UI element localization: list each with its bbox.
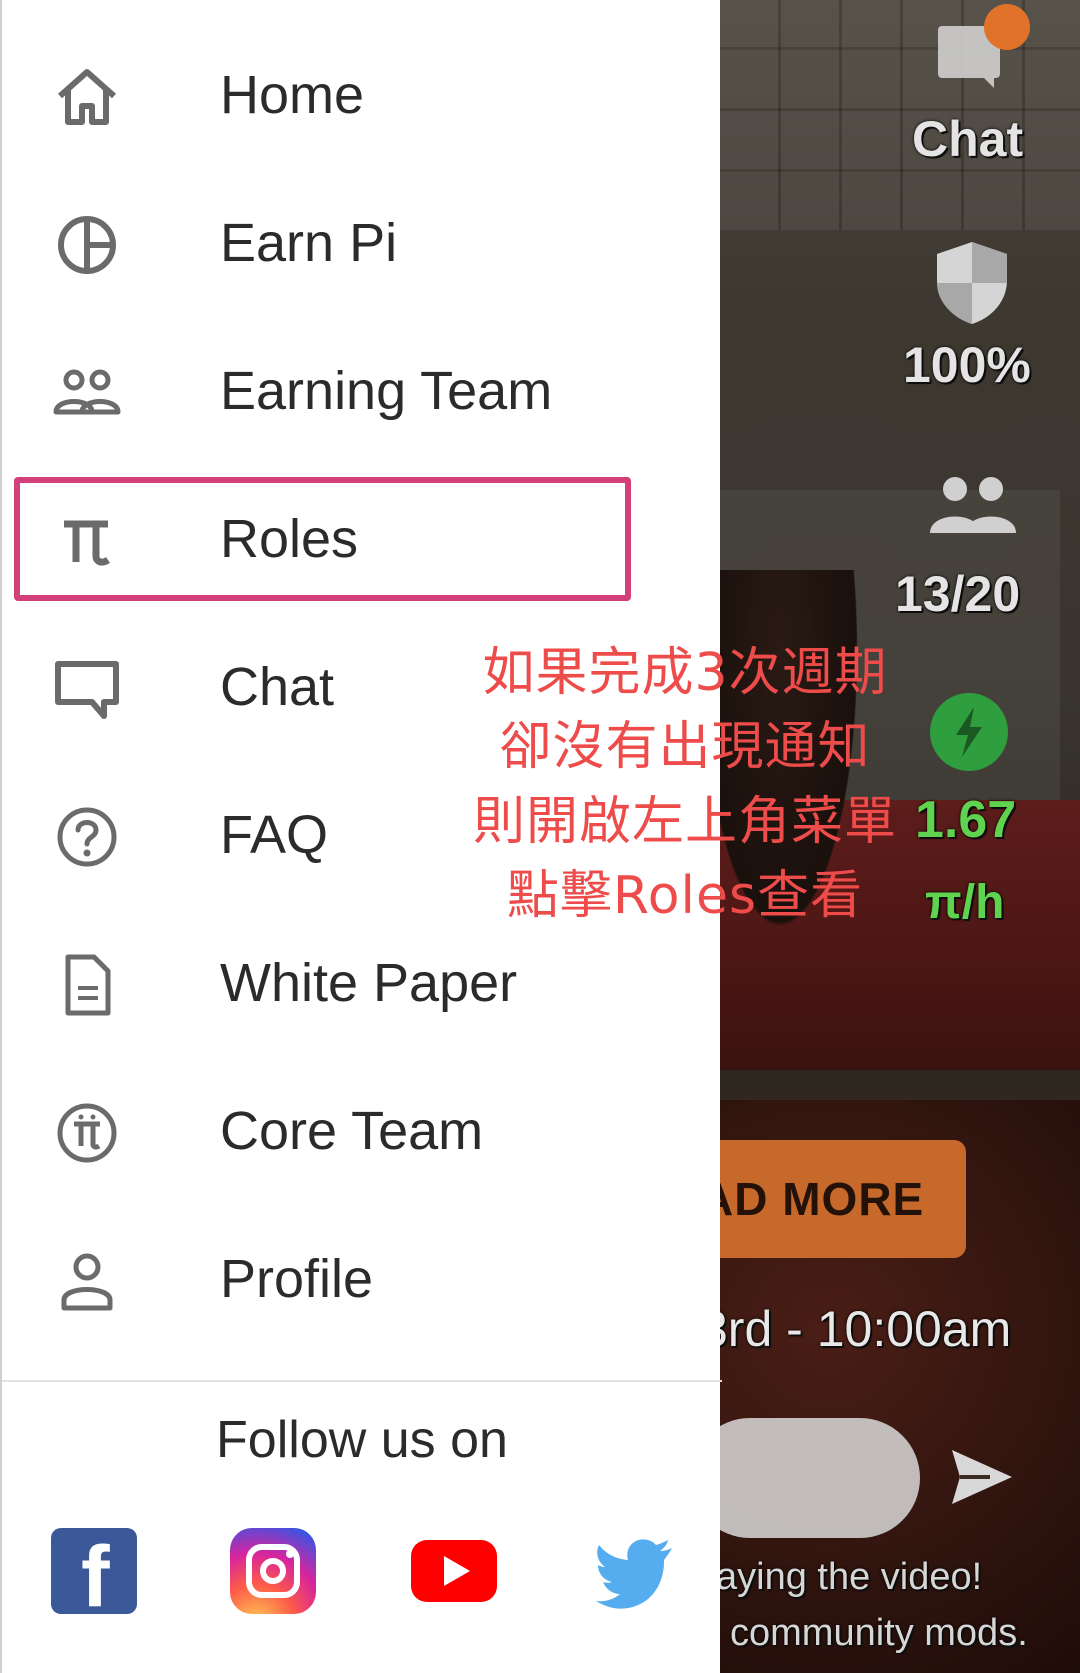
message-line-2: community mods. (730, 1612, 1028, 1654)
pie-chart-icon (52, 214, 122, 276)
shield-icon (937, 242, 1007, 324)
menu-item-profile[interactable]: Profile (2, 1206, 722, 1354)
drawer-divider (2, 1380, 722, 1382)
team-count: 13/20 (895, 566, 1021, 622)
facebook-icon[interactable]: f (51, 1528, 137, 1620)
annotation-line-2: 卻沒有出現通知 (499, 717, 871, 778)
menu-label-earning-team: Earning Team (220, 361, 553, 421)
follow-us-label: Follow us on (216, 1411, 508, 1469)
twitter-icon[interactable] (592, 1528, 678, 1614)
menu-label-white-paper: White Paper (220, 953, 518, 1013)
home-icon (52, 66, 122, 128)
team-icon-overlay (930, 477, 1016, 533)
mining-rate: 1.67 (915, 791, 1017, 849)
menu-label-faq: FAQ (220, 805, 329, 865)
annotation-text: 如果完成3次週期 卻沒有出現通知 則開啟左上角菜單 點擊Roles查看 (455, 636, 915, 933)
annotation-line-3: 則開啟左上角菜單 (472, 791, 897, 852)
team-icon (52, 362, 122, 424)
menu-label-core-team: Core Team (220, 1101, 484, 1161)
menu-label-home: Home (220, 65, 365, 125)
menu-item-home[interactable]: Home (2, 22, 722, 170)
read-more-label: AD MORE (700, 1173, 925, 1225)
menu-label-earn-pi: Earn Pi (220, 213, 398, 273)
roles-highlight-box (14, 477, 631, 601)
event-time: 3rd - 10:00am (700, 1301, 1012, 1357)
question-icon (52, 806, 122, 868)
menu-item-core-team[interactable]: Core Team (2, 1058, 722, 1206)
menu-item-earn-pi[interactable]: Earn Pi (2, 170, 722, 318)
chat-input[interactable] (690, 1418, 920, 1538)
pi-coin-icon (52, 1102, 122, 1164)
message-line-1: aying the video! (716, 1556, 983, 1598)
document-icon (52, 954, 122, 1016)
menu-label-chat: Chat (220, 657, 335, 717)
instagram-icon[interactable] (230, 1528, 316, 1614)
annotation-line-4: 點擊Roles查看 (506, 866, 864, 927)
menu-label-profile: Profile (220, 1249, 374, 1309)
menu-item-earning-team[interactable]: Earning Team (2, 318, 722, 466)
notification-dot (984, 4, 1030, 50)
youtube-icon[interactable] (411, 1540, 497, 1602)
security-percent: 100% (903, 337, 1031, 393)
annotation-line-1: 如果完成3次週期 (482, 643, 888, 703)
send-icon[interactable] (950, 1448, 1014, 1506)
rate-unit: π/h (925, 876, 1005, 929)
profile-icon (52, 1250, 122, 1312)
chat-icon (52, 658, 122, 720)
lightning-icon[interactable] (930, 693, 1008, 771)
chat-shortcut-label[interactable]: Chat (912, 110, 1023, 168)
